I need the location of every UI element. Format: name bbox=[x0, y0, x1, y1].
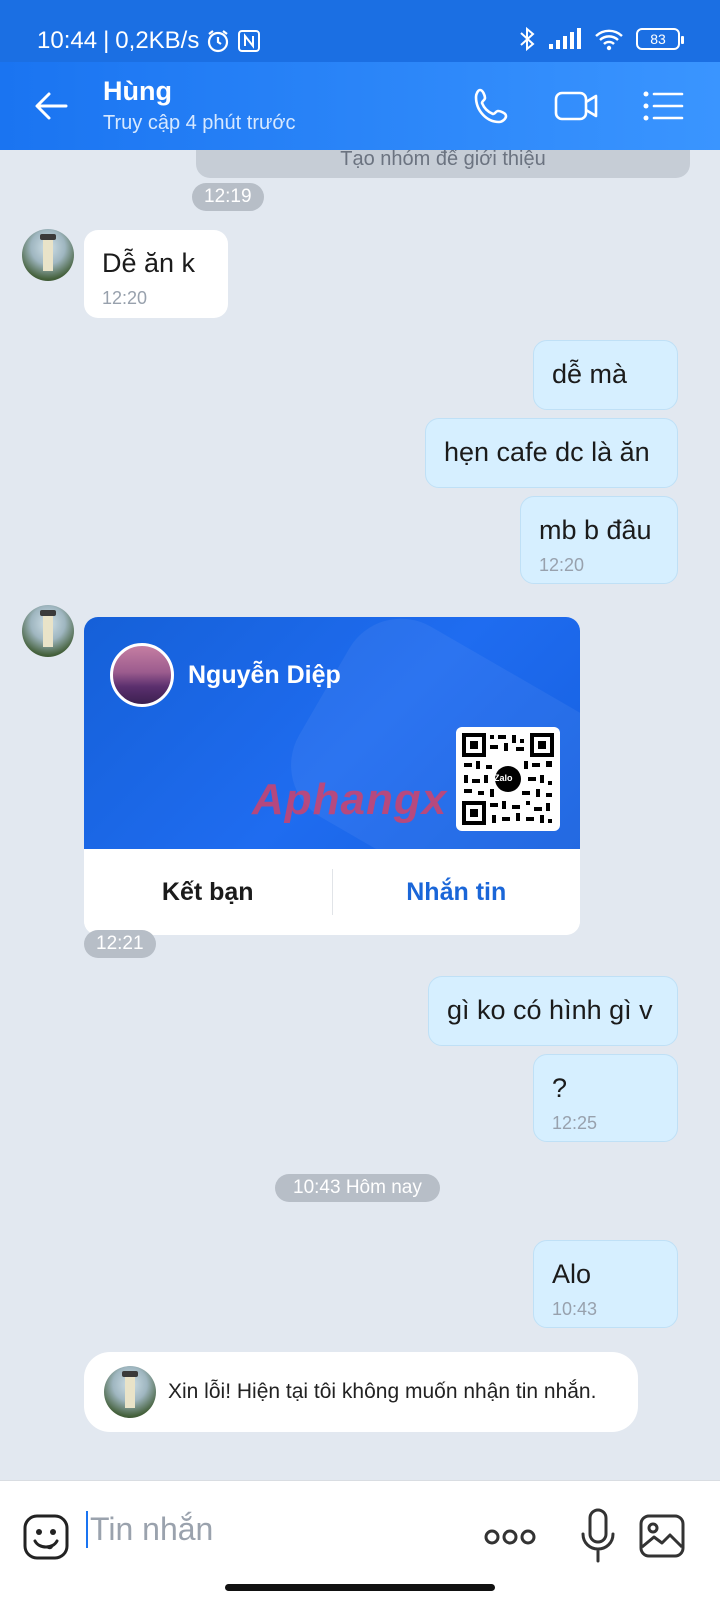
time-pill: 12:21 bbox=[84, 930, 156, 958]
status-separator: | bbox=[103, 27, 110, 54]
sticker-icon[interactable] bbox=[22, 1513, 70, 1561]
back-arrow-icon[interactable] bbox=[32, 86, 72, 126]
alarm-icon bbox=[208, 30, 229, 53]
message-time: 12:25 bbox=[552, 1113, 598, 1133]
contact-card-actions: Kết bạn Nhắn tin bbox=[84, 849, 580, 935]
image-icon[interactable] bbox=[638, 1513, 686, 1559]
network-speed: 0,2KB/s bbox=[115, 27, 200, 54]
message-text: Dễ ăn k bbox=[102, 248, 196, 278]
add-friend-button[interactable]: Kết bạn bbox=[84, 869, 333, 915]
auto-reply-notice: Xin lỗi! Hiện tại tôi không muốn nhận ti… bbox=[84, 1352, 638, 1432]
message-text: mb b đâu bbox=[539, 515, 652, 545]
message-input[interactable]: Tin nhắn bbox=[86, 1511, 213, 1548]
avatar-lighthouse bbox=[43, 237, 53, 271]
avatar bbox=[104, 1366, 156, 1418]
message-bubble-outgoing[interactable]: mb b đâu 12:20 bbox=[520, 496, 678, 584]
message-text: Alo bbox=[552, 1259, 592, 1289]
chat-header: Hùng Truy cập 4 phút trước bbox=[0, 62, 720, 150]
watermark: Aphangx bbox=[252, 775, 448, 824]
chat-area[interactable]: Tạo nhóm để giới thiệu 12:19 Dễ ăn k 12:… bbox=[0, 150, 720, 1480]
system-message-text: Tạo nhóm để giới thiệu bbox=[340, 150, 546, 170]
more-icon[interactable] bbox=[484, 1525, 536, 1549]
message-time: 12:20 bbox=[102, 288, 148, 308]
avatar-lighthouse bbox=[125, 1374, 135, 1408]
signal-icon bbox=[549, 28, 581, 49]
message-text: hẹn cafe dc là ăn bbox=[444, 437, 650, 467]
send-message-button[interactable]: Nhắn tin bbox=[333, 849, 581, 935]
status-bar: 10:44 | 0,2KB/s 83 bbox=[0, 0, 720, 62]
avatar[interactable] bbox=[22, 229, 74, 281]
message-bubble-outgoing[interactable]: Alo 10:43 bbox=[533, 1240, 678, 1328]
qr-logo-text: Zalo bbox=[494, 773, 513, 783]
message-text: gì ko có hình gì v bbox=[447, 995, 653, 1025]
message-input-bar: Tin nhắn bbox=[0, 1480, 720, 1600]
menu-icon[interactable] bbox=[640, 84, 686, 128]
avatar[interactable] bbox=[22, 605, 74, 657]
message-text: dễ mà bbox=[552, 359, 628, 389]
contact-card-name: Nguyễn Diệp bbox=[188, 661, 341, 689]
contact-name[interactable]: Hùng bbox=[103, 76, 172, 107]
contact-card-banner: Nguyễn Diệp Aphangx Zalo bbox=[84, 617, 580, 935]
contact-card[interactable]: Nguyễn Diệp Aphangx Zalo Kết bạn Nhắn ti… bbox=[84, 617, 580, 935]
message-bubble-outgoing[interactable]: hẹn cafe dc là ăn bbox=[425, 418, 678, 488]
date-separator-pill: 10:43 Hôm nay bbox=[275, 1174, 440, 1202]
bluetooth-icon bbox=[520, 26, 535, 52]
message-time: 10:43 bbox=[552, 1299, 598, 1319]
wifi-icon bbox=[595, 29, 623, 51]
phone-icon[interactable] bbox=[470, 84, 516, 128]
home-indicator bbox=[225, 1584, 495, 1591]
auto-reply-text: Xin lỗi! Hiện tại tôi không muốn nhận ti… bbox=[168, 1380, 597, 1403]
system-message-partial: Tạo nhóm để giới thiệu bbox=[196, 150, 690, 178]
avatar-lighthouse bbox=[43, 613, 53, 647]
message-bubble-incoming[interactable]: Dễ ăn k 12:20 bbox=[84, 230, 228, 318]
message-text: ? bbox=[552, 1073, 568, 1103]
message-bubble-outgoing[interactable]: ? 12:25 bbox=[533, 1054, 678, 1142]
video-call-icon[interactable] bbox=[554, 84, 600, 128]
contact-card-avatar bbox=[110, 643, 174, 707]
time-pill: 12:19 bbox=[192, 183, 264, 211]
message-time: 12:20 bbox=[539, 555, 585, 575]
nfc-icon bbox=[238, 30, 261, 52]
qr-code[interactable]: Zalo bbox=[456, 727, 560, 831]
message-bubble-outgoing[interactable]: dễ mà bbox=[533, 340, 678, 410]
microphone-icon[interactable] bbox=[578, 1507, 618, 1565]
message-bubble-outgoing[interactable]: gì ko có hình gì v bbox=[428, 976, 678, 1046]
battery-icon: 83 bbox=[636, 28, 684, 50]
battery-level: 83 bbox=[650, 31, 666, 47]
status-time: 10:44 bbox=[37, 27, 98, 54]
last-seen-status: Truy cập 4 phút trước bbox=[103, 112, 296, 134]
